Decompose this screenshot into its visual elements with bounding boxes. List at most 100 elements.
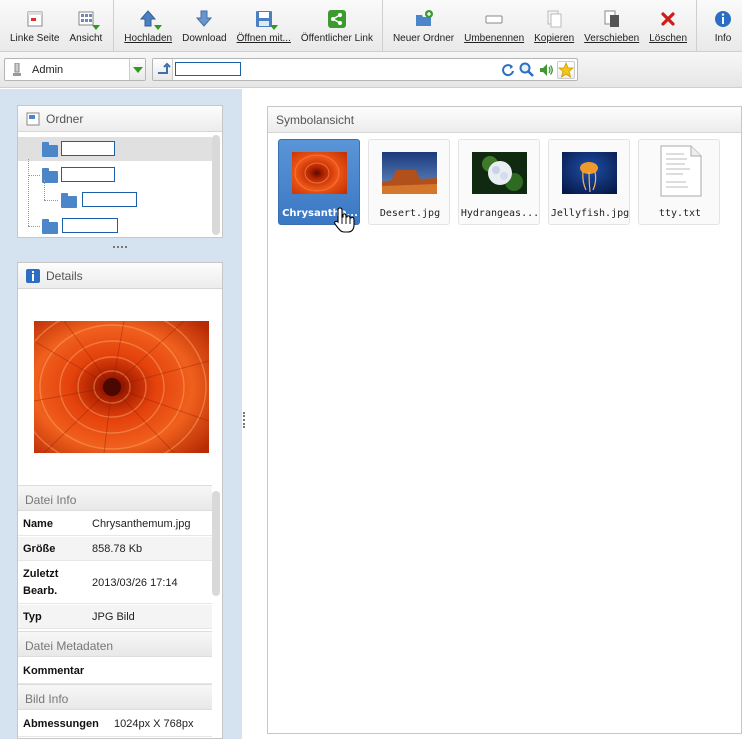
vertical-splitter-handle[interactable] bbox=[243, 412, 246, 428]
delete-label: Löschen bbox=[649, 33, 688, 44]
info-key: Größe bbox=[23, 543, 56, 555]
details-panel-title: Details bbox=[46, 268, 83, 283]
info-row-type: Typ JPG Bild bbox=[18, 605, 212, 629]
move-label: Verschieben bbox=[584, 33, 640, 44]
tree-connector bbox=[28, 159, 29, 226]
public-link-label: Öffentlicher Link bbox=[300, 33, 373, 44]
info-row-size: Größe 858.78 Kb bbox=[18, 537, 212, 561]
copy-icon bbox=[545, 10, 563, 28]
search-icon bbox=[519, 62, 534, 77]
move-button[interactable]: Verschieben bbox=[579, 0, 644, 52]
metadata-row-comment: Kommentar bbox=[18, 658, 212, 684]
user-dropdown-arrow-icon[interactable] bbox=[129, 59, 145, 80]
main-toolbar: Linke Seite Ansicht Hochladen Download Ö… bbox=[0, 0, 742, 52]
info-icon bbox=[714, 10, 732, 28]
folder-tree-item[interactable] bbox=[18, 159, 212, 238]
image-info-section-header: Bild Info bbox=[18, 684, 212, 710]
parent-folder-button[interactable] bbox=[153, 59, 173, 80]
move-icon bbox=[603, 10, 621, 28]
open-with-disk-icon bbox=[255, 10, 278, 30]
audio-button[interactable] bbox=[537, 61, 555, 79]
path-bar bbox=[152, 58, 578, 81]
info-row-modified: Zuletzt Bearb. 2013/03/26 17:14 bbox=[18, 562, 212, 604]
icon-view-title: Symbolansicht bbox=[276, 112, 355, 127]
left-page-button[interactable]: Linke Seite bbox=[5, 0, 64, 52]
info-key: Name bbox=[23, 518, 53, 530]
folder-icon bbox=[61, 193, 77, 208]
new-folder-button[interactable]: Neuer Ordner bbox=[388, 0, 459, 52]
new-folder-icon bbox=[415, 10, 433, 28]
upload-arrow-icon bbox=[139, 10, 163, 30]
delete-button[interactable]: Löschen bbox=[644, 0, 692, 52]
delete-icon bbox=[659, 10, 677, 28]
rename-icon bbox=[485, 10, 503, 28]
details-scrollbar[interactable] bbox=[212, 491, 220, 596]
search-button[interactable] bbox=[518, 61, 536, 79]
folder-tree-item[interactable] bbox=[18, 137, 212, 161]
file-name: Hydrangeas... bbox=[460, 208, 540, 219]
folder-panel: Ordner bbox=[17, 105, 223, 238]
file-tile[interactable]: Desert.jpg bbox=[368, 139, 450, 225]
view-button[interactable]: Ansicht bbox=[64, 0, 107, 52]
favorite-button[interactable] bbox=[557, 61, 575, 79]
details-panel-header: Details bbox=[18, 263, 222, 289]
folder-tree-item[interactable] bbox=[18, 180, 212, 212]
open-with-label: Öffnen mit... bbox=[236, 33, 291, 44]
folder-name[interactable] bbox=[61, 141, 115, 156]
info-key: Zuletzt Bearb. bbox=[23, 568, 59, 597]
tree-connector bbox=[28, 175, 40, 176]
info-button[interactable]: Info bbox=[709, 0, 737, 52]
rename-button[interactable]: Umbenennen bbox=[459, 0, 529, 52]
chrysanthemum-preview-image bbox=[34, 321, 209, 453]
left-page-icon bbox=[26, 10, 44, 28]
tree-connector bbox=[44, 200, 58, 201]
user-select[interactable]: Admin bbox=[4, 58, 146, 81]
metadata-section-header: Datei Metadaten bbox=[18, 631, 212, 657]
file-tile[interactable]: Jellyfish.jpg bbox=[548, 139, 630, 225]
user-name: Admin bbox=[32, 64, 64, 76]
info-value: JPG Bild bbox=[92, 611, 135, 623]
refresh-button[interactable] bbox=[499, 61, 517, 79]
hydrangea-thumbnail bbox=[472, 152, 527, 194]
new-folder-label: Neuer Ordner bbox=[392, 33, 455, 44]
refresh-icon bbox=[502, 64, 514, 77]
file-name: Jellyfish.jpg bbox=[550, 208, 630, 219]
info-key: Abmessungen bbox=[23, 718, 99, 730]
copy-label: Kopieren bbox=[534, 33, 575, 44]
flower-thumbnail bbox=[292, 152, 347, 194]
info-key: Kommentar bbox=[23, 665, 85, 677]
upload-button[interactable]: Hochladen bbox=[119, 0, 177, 52]
info-value: 858.78 Kb bbox=[92, 543, 143, 555]
file-name: Desert.jpg bbox=[379, 208, 441, 219]
info-key: Typ bbox=[23, 611, 42, 623]
file-name: tty.txt bbox=[658, 208, 702, 219]
download-button[interactable]: Download bbox=[177, 0, 231, 52]
open-with-button[interactable]: Öffnen mit... bbox=[232, 0, 296, 52]
path-input[interactable] bbox=[175, 62, 241, 76]
folder-name[interactable] bbox=[61, 167, 115, 182]
file-tile[interactable]: tty.txt bbox=[638, 139, 720, 225]
copy-button[interactable]: Kopieren bbox=[529, 0, 579, 52]
folder-name[interactable] bbox=[82, 192, 137, 207]
info-value: 1024px X 768px bbox=[114, 718, 194, 730]
folder-icon bbox=[42, 142, 58, 157]
tree-connector bbox=[28, 226, 40, 227]
folder-name[interactable] bbox=[62, 218, 118, 233]
file-tile[interactable]: Hydrangeas... bbox=[458, 139, 540, 225]
info-row-name: Name Chrysanthemum.jpg bbox=[18, 512, 212, 536]
speaker-icon bbox=[540, 64, 553, 76]
toolbar-group-edit: Neuer Ordner Umbenennen Kopieren Verschi… bbox=[383, 0, 698, 52]
folder-icon bbox=[42, 219, 58, 234]
file-info-section-header: Datei Info bbox=[18, 485, 212, 511]
jellyfish-thumbnail bbox=[562, 152, 617, 194]
address-bar: Admin bbox=[0, 52, 742, 88]
folder-scrollbar[interactable] bbox=[212, 135, 220, 235]
folder-tree-icon bbox=[26, 112, 40, 126]
public-link-button[interactable]: Öffentlicher Link bbox=[296, 0, 378, 52]
desert-thumbnail bbox=[382, 152, 437, 194]
folder-tree-item[interactable] bbox=[18, 163, 212, 187]
info-label: Info bbox=[714, 33, 732, 44]
left-page-label: Linke Seite bbox=[10, 33, 60, 44]
text-file-thumbnail bbox=[657, 144, 703, 198]
horizontal-splitter-handle[interactable] bbox=[113, 246, 127, 250]
